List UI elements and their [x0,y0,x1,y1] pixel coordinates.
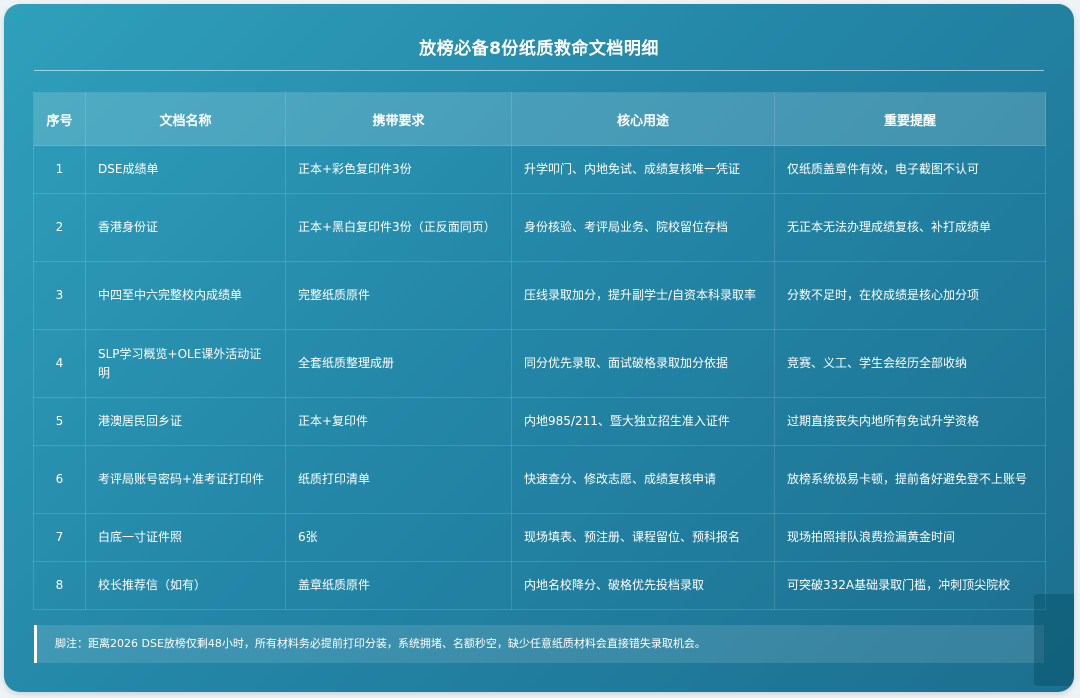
page-title: 放榜必备8份纸质救命文档明细 [419,39,659,59]
document-name: 中四至中六完整校内成绩单 [85,261,286,330]
document-name: 港澳居民回乡证 [85,397,286,446]
header-requirement: 携带要求 [285,92,512,146]
carry-requirement: 完整纸质原件 [285,261,512,330]
carry-requirement: 纸质打印清单 [285,445,512,514]
core-usage: 身份核验、考评局业务、院校留位存档 [511,193,775,262]
table-row: 7 白底一寸证件照 6张 现场填表、预注册、课程留位、预科报名 现场拍照排队浪费… [33,513,1046,562]
core-usage: 快速查分、修改志愿、成绩复核申请 [511,445,775,514]
row-number: 8 [33,561,86,610]
important-reminder: 竞赛、义工、学生会经历全部收纳 [774,329,1046,398]
carry-requirement: 全套纸质整理成册 [285,329,512,398]
important-reminder: 无正本无法办理成绩复核、补打成绩单 [774,193,1046,262]
table-row: 8 校长推荐信（如有） 盖章纸质原件 内地名校降分、破格优先投档录取 可突破33… [33,561,1046,610]
table-row: 3 中四至中六完整校内成绩单 完整纸质原件 压线录取加分，提升副学士/自资本科录… [33,261,1046,330]
row-number: 2 [33,193,86,262]
footnote: 脚注：距离2026 DSE放榜仅剩48小时，所有材料务必提前打印分装，系统拥堵、… [34,625,1044,663]
important-reminder: 过期直接丧失内地所有免试升学资格 [774,397,1046,446]
important-reminder: 分数不足时，在校成绩是核心加分项 [774,261,1046,330]
document-name: SLP学习概览+OLE课外活动证明 [85,329,286,398]
core-usage: 内地名校降分、破格优先投档录取 [511,561,775,610]
core-usage: 同分优先录取、面试破格录取加分依据 [511,329,775,398]
carry-requirement: 正本+彩色复印件3份 [285,145,512,194]
row-number: 1 [33,145,86,194]
carry-requirement: 正本+黑白复印件3份（正反面同页） [285,193,512,262]
header-usage: 核心用途 [511,92,775,146]
table-header-row: 序号 文档名称 携带要求 核心用途 重要提醒 [33,92,1046,146]
core-usage: 内地985/211、暨大独立招生准入证件 [511,397,775,446]
core-usage: 压线录取加分，提升副学士/自资本科录取率 [511,261,775,330]
row-number: 7 [33,513,86,562]
row-number: 5 [33,397,86,446]
table-row: 4 SLP学习概览+OLE课外活动证明 全套纸质整理成册 同分优先录取、面试破格… [33,329,1046,398]
header-name: 文档名称 [85,92,286,146]
document-name: 白底一寸证件照 [85,513,286,562]
carry-requirement: 盖章纸质原件 [285,561,512,610]
document-name: 校长推荐信（如有） [85,561,286,610]
row-number: 4 [33,329,86,398]
important-reminder: 可突破332A基础录取门槛，冲刺顶尖院校 [774,561,1046,610]
core-usage: 升学叩门、内地免试、成绩复核唯一凭证 [511,145,775,194]
important-reminder: 现场拍照排队浪费捡漏黄金时间 [774,513,1046,562]
row-number: 3 [33,261,86,330]
row-number: 6 [33,445,86,514]
core-usage: 现场填表、预注册、课程留位、预科报名 [511,513,775,562]
document-name: 考评局账号密码+准考证打印件 [85,445,286,514]
header-no: 序号 [33,92,86,146]
carry-requirement: 6张 [285,513,512,562]
carry-requirement: 正本+复印件 [285,397,512,446]
table-row: 2 香港身份证 正本+黑白复印件3份（正反面同页） 身份核验、考评局业务、院校留… [33,193,1046,262]
document-name: 香港身份证 [85,193,286,262]
table-row: 1 DSE成绩单 正本+彩色复印件3份 升学叩门、内地免试、成绩复核唯一凭证 仅… [33,145,1046,194]
header-reminder: 重要提醒 [774,92,1046,146]
document-name: DSE成绩单 [85,145,286,194]
document-card: 放榜必备8份纸质救命文档明细 序号 文档名称 携带要求 核心用途 重要提醒 1 … [4,4,1074,692]
important-reminder: 仅纸质盖章件有效，电子截图不认可 [774,145,1046,194]
table-row: 5 港澳居民回乡证 正本+复印件 内地985/211、暨大独立招生准入证件 过期… [33,397,1046,446]
table-row: 6 考评局账号密码+准考证打印件 纸质打印清单 快速查分、修改志愿、成绩复核申请… [33,445,1046,514]
document-table: 序号 文档名称 携带要求 核心用途 重要提醒 1 DSE成绩单 正本+彩色复印件… [33,92,1046,610]
corner-decoration [1034,594,1074,686]
title-divider [34,70,1044,71]
important-reminder: 放榜系统极易卡顿，提前备好避免登不上账号 [774,445,1046,514]
